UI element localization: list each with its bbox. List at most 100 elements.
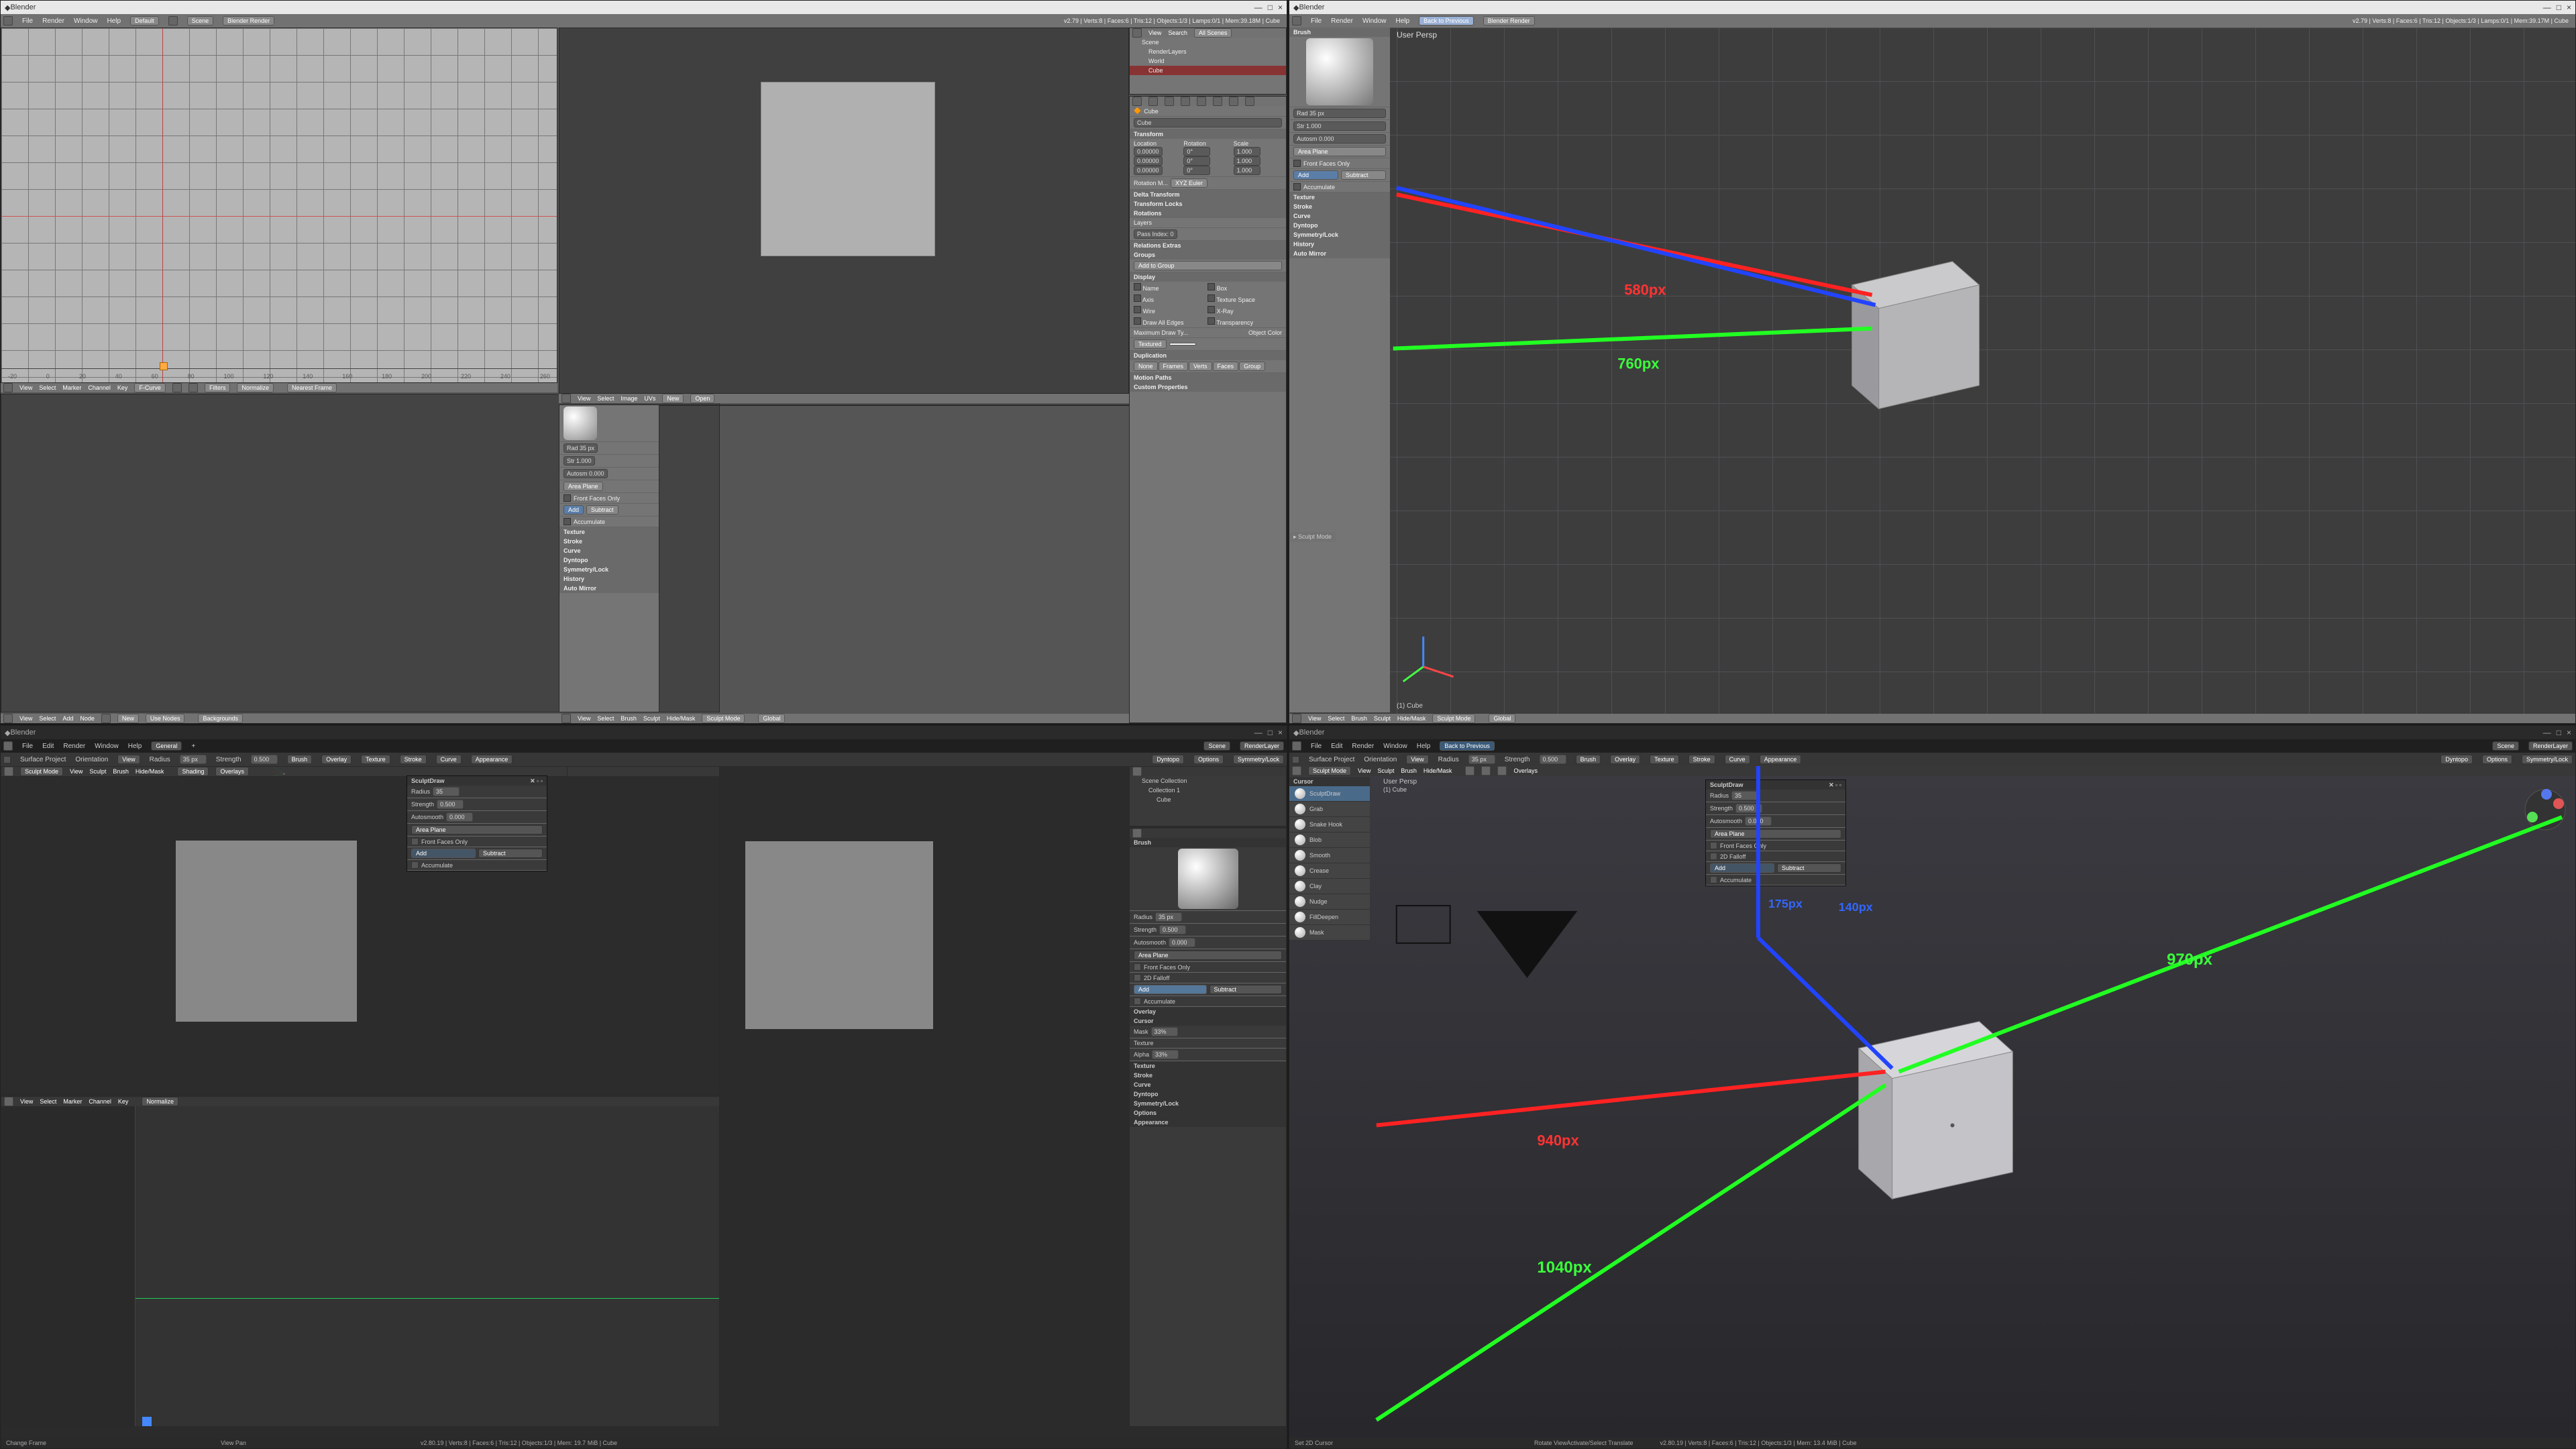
fp-rad-bl[interactable]: 35	[433, 787, 460, 796]
vs-tr[interactable]: Select	[1328, 715, 1344, 722]
np-sub-bl[interactable]: Subtract	[1210, 985, 1283, 994]
v3d-icon-br[interactable]	[1292, 766, 1301, 775]
max-bl[interactable]: □	[1268, 728, 1273, 737]
sec-sym[interactable]: Symmetry/Lock	[559, 565, 659, 574]
view3d-icon[interactable]	[561, 714, 571, 723]
uv-select[interactable]: Select	[597, 395, 614, 402]
accum-check[interactable]	[564, 518, 571, 525]
chk5[interactable]	[1208, 306, 1215, 313]
hdr-mpath[interactable]: Motion Paths	[1130, 373, 1286, 382]
chk3[interactable]	[1208, 294, 1215, 302]
ol-world[interactable]: World	[1130, 56, 1286, 66]
tool-mask-br[interactable]: Mask	[1289, 925, 1370, 941]
fp-front-bl[interactable]	[411, 838, 419, 845]
tx-dd-bl[interactable]: Texture	[361, 755, 390, 764]
add-btn[interactable]: Add	[564, 505, 584, 515]
obj-name-field[interactable]: Cube	[1134, 118, 1282, 127]
sk-dd-bl[interactable]: Stroke	[400, 755, 427, 764]
sym-br[interactable]: Symmetry/Lock	[2522, 755, 2573, 764]
hh-br[interactable]: Hide/Mask	[1424, 767, 1452, 774]
np-mask-bl[interactable]: 33%	[1151, 1027, 1178, 1036]
min-br[interactable]: —	[2543, 728, 2551, 737]
np-area-bl[interactable]: Area Plane	[1134, 951, 1282, 960]
min-tr[interactable]: —	[2543, 3, 2551, 12]
locy[interactable]: 0.00000	[1134, 156, 1163, 166]
np-sk-bl[interactable]: Stroke	[1130, 1071, 1286, 1080]
gek-bl[interactable]: Key	[118, 1098, 129, 1105]
v3d-icon-tr[interactable]	[1292, 714, 1301, 723]
np-sy-bl[interactable]: Symmetry/Lock	[1130, 1099, 1286, 1108]
hdr-grp[interactable]: Groups	[1130, 250, 1286, 260]
ge-icon-bl[interactable]	[4, 1097, 13, 1106]
me-bl[interactable]: Edit	[42, 743, 54, 750]
mw-br[interactable]: Window	[1383, 743, 1407, 750]
sclz[interactable]: 1.000	[1234, 166, 1260, 175]
graph-snap[interactable]: Nearest Frame	[287, 383, 337, 392]
np-cur-bl[interactable]: Cursor	[1130, 1016, 1286, 1026]
node-add[interactable]: Add	[62, 715, 73, 722]
or-dd-br[interactable]: View	[1406, 755, 1428, 764]
dup4[interactable]: Group	[1239, 362, 1265, 371]
v3d-view[interactable]: View	[578, 715, 590, 722]
logo-br[interactable]	[1292, 741, 1301, 751]
br-dd-br[interactable]: Brush	[1576, 755, 1601, 764]
hdr-disp[interactable]: Display	[1130, 272, 1286, 282]
layout-dropdown[interactable]: Default	[130, 16, 159, 25]
mh-br[interactable]: Help	[1417, 743, 1431, 750]
tool-smooth-br[interactable]: Smooth	[1289, 848, 1370, 863]
ol-c1-bl[interactable]: Collection 1	[1130, 786, 1286, 795]
ov-dd-br[interactable]: Overlay	[1610, 755, 1640, 764]
locx[interactable]: 0.00000	[1134, 147, 1163, 156]
rad-tr[interactable]: Rad 35 px	[1293, 109, 1386, 118]
menu-help[interactable]: Help	[107, 17, 121, 25]
shade1-br[interactable]	[1465, 766, 1474, 775]
fp-str-bl[interactable]: 0.500	[437, 800, 464, 809]
hv-br[interactable]: View	[1358, 767, 1371, 774]
hdr-dup[interactable]: Duplication	[1130, 351, 1286, 360]
bp-br[interactable]: Back to Previous	[1440, 741, 1495, 751]
node-new[interactable]: New	[117, 714, 139, 723]
str-fld-br[interactable]: 0.500	[1540, 755, 1566, 764]
uv-open[interactable]: Open	[690, 394, 714, 403]
max-tr[interactable]: □	[2557, 3, 2561, 12]
sec-mirror[interactable]: Auto Mirror	[559, 584, 659, 593]
np-acc-bl[interactable]	[1134, 998, 1141, 1005]
rotz[interactable]: 0°	[1183, 166, 1210, 175]
tool-nudge-br[interactable]: Nudge	[1289, 894, 1370, 910]
node-use[interactable]: Use Nodes	[146, 714, 185, 723]
ov-dd-bl[interactable]: Overlay	[321, 755, 352, 764]
graph-key[interactable]: Key	[117, 384, 128, 391]
hs-bl[interactable]: Sculpt	[89, 768, 106, 775]
gem-bl[interactable]: Marker	[63, 1098, 82, 1105]
brush-thumb-tr[interactable]	[1306, 38, 1373, 105]
graph-channel[interactable]: Channel	[88, 384, 111, 391]
uv-uvs[interactable]: UVs	[644, 395, 655, 402]
pi5[interactable]	[1197, 97, 1206, 106]
close-br[interactable]: ×	[2567, 728, 2571, 737]
fp-sub-br[interactable]: Subtract	[1777, 863, 1841, 873]
ol-icon-bl[interactable]	[1132, 767, 1142, 776]
hb-br[interactable]: Brush	[1401, 767, 1417, 774]
np-add-bl[interactable]: Add	[1134, 985, 1207, 994]
chk0[interactable]	[1134, 283, 1141, 290]
ol-view[interactable]: View	[1148, 30, 1161, 36]
back-prev-btn[interactable]: Back to Previous	[1419, 16, 1474, 25]
orient-tr[interactable]: Global	[1489, 714, 1515, 723]
hdr-brush-tr[interactable]: Brush	[1289, 28, 1390, 37]
shader-icon[interactable]	[101, 714, 111, 723]
graph-filters[interactable]: Filters	[205, 383, 231, 392]
graph-select[interactable]: Select	[39, 384, 56, 391]
v3d-orient[interactable]: Global	[758, 714, 785, 723]
brush-thumb-icon[interactable]	[564, 407, 597, 440]
scene-dropdown[interactable]: Scene	[187, 16, 214, 25]
tool-snake-br[interactable]: Snake Hook	[1289, 817, 1370, 833]
vl-bl[interactable]: RenderLayer	[1240, 741, 1284, 751]
hdr-relx[interactable]: Relations Extras	[1130, 241, 1286, 250]
rotx[interactable]: 0°	[1183, 147, 1210, 156]
layout-bl[interactable]: General	[151, 741, 182, 751]
mh-bl[interactable]: Help	[128, 743, 142, 750]
tool-crease-br[interactable]: Crease	[1289, 863, 1370, 879]
np-rad-bl[interactable]: 35 px	[1155, 912, 1182, 922]
blender-logo-icon[interactable]	[3, 16, 13, 25]
dup3[interactable]: Faces	[1213, 362, 1239, 371]
